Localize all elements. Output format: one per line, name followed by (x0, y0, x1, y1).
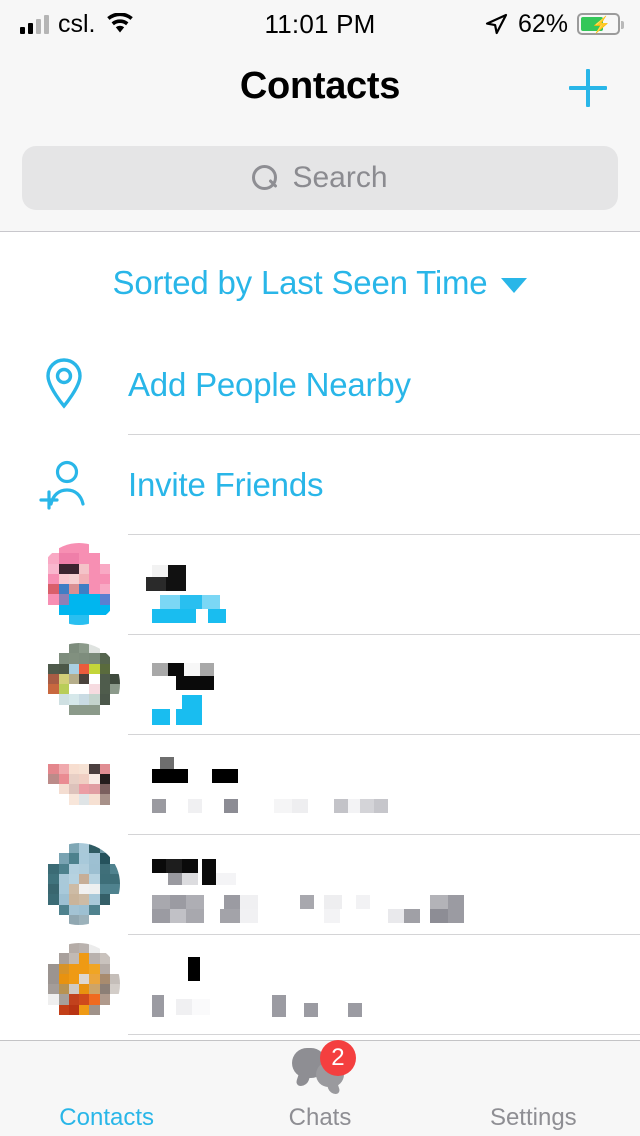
tab-chats[interactable]: 2 Chats (213, 1039, 426, 1136)
contact-status (152, 995, 582, 1027)
chevron-down-icon (501, 277, 528, 293)
contact-name (152, 757, 552, 793)
settings-gear-icon (507, 1046, 559, 1098)
chats-unread-badge: 2 (319, 1039, 356, 1076)
charging-bolt-icon: ⚡ (591, 17, 611, 34)
contact-row[interactable] (0, 635, 640, 735)
contacts-person-icon (81, 1046, 133, 1098)
tab-contacts-label: Contacts (59, 1103, 155, 1131)
tab-contacts[interactable]: Contacts (0, 1041, 213, 1136)
status-bar: csl. 11:01 PM 62% ⚡ (0, 0, 640, 48)
contact-name (152, 957, 552, 993)
contacts-screen: csl. 11:01 PM 62% ⚡ Contacts Search Sort… (0, 0, 640, 1136)
avatar (38, 743, 120, 825)
avatar (38, 943, 120, 1025)
contact-status (152, 895, 582, 927)
avatar (38, 643, 120, 725)
tab-settings[interactable]: Settings (427, 1041, 640, 1136)
tab-settings-label: Settings (489, 1103, 577, 1131)
person-plus-icon (0, 456, 128, 514)
tab-bar: Contacts 2 Chats Settings (0, 1039, 640, 1136)
search-placeholder: Search (292, 161, 388, 194)
contact-status (152, 795, 582, 827)
contact-row[interactable] (0, 535, 640, 635)
avatar (38, 543, 120, 625)
contact-row[interactable] (0, 835, 640, 935)
add-people-nearby-row[interactable]: Add People Nearby (0, 335, 640, 435)
invite-friends-label: Invite Friends (128, 466, 324, 503)
contact-row[interactable] (0, 935, 640, 1035)
nav-header: Contacts Search (0, 48, 640, 232)
contact-row[interactable] (0, 735, 640, 835)
contact-name (152, 657, 552, 693)
add-contact-button[interactable] (564, 64, 612, 112)
contact-name (146, 557, 552, 593)
plus-icon (569, 69, 607, 107)
tab-chats-label: Chats (288, 1103, 352, 1131)
page-title: Contacts (239, 64, 401, 107)
battery-icon: ⚡ (577, 13, 624, 35)
search-icon (252, 165, 278, 191)
chat-bubbles-icon: 2 (291, 1039, 356, 1098)
avatar (38, 843, 120, 925)
search-input[interactable]: Search (22, 146, 618, 210)
contact-status (152, 695, 582, 727)
contact-status (152, 595, 582, 627)
status-bar-clock: 11:01 PM (264, 8, 376, 39)
row-separator (128, 1034, 640, 1035)
map-pin-icon (0, 355, 128, 415)
contact-name (152, 857, 552, 893)
sort-label: Sorted by Last Seen Time (112, 264, 488, 301)
invite-friends-row[interactable]: Invite Friends (0, 435, 640, 535)
add-people-nearby-label: Add People Nearby (128, 366, 411, 403)
sort-selector[interactable]: Sorted by Last Seen Time (0, 233, 640, 333)
